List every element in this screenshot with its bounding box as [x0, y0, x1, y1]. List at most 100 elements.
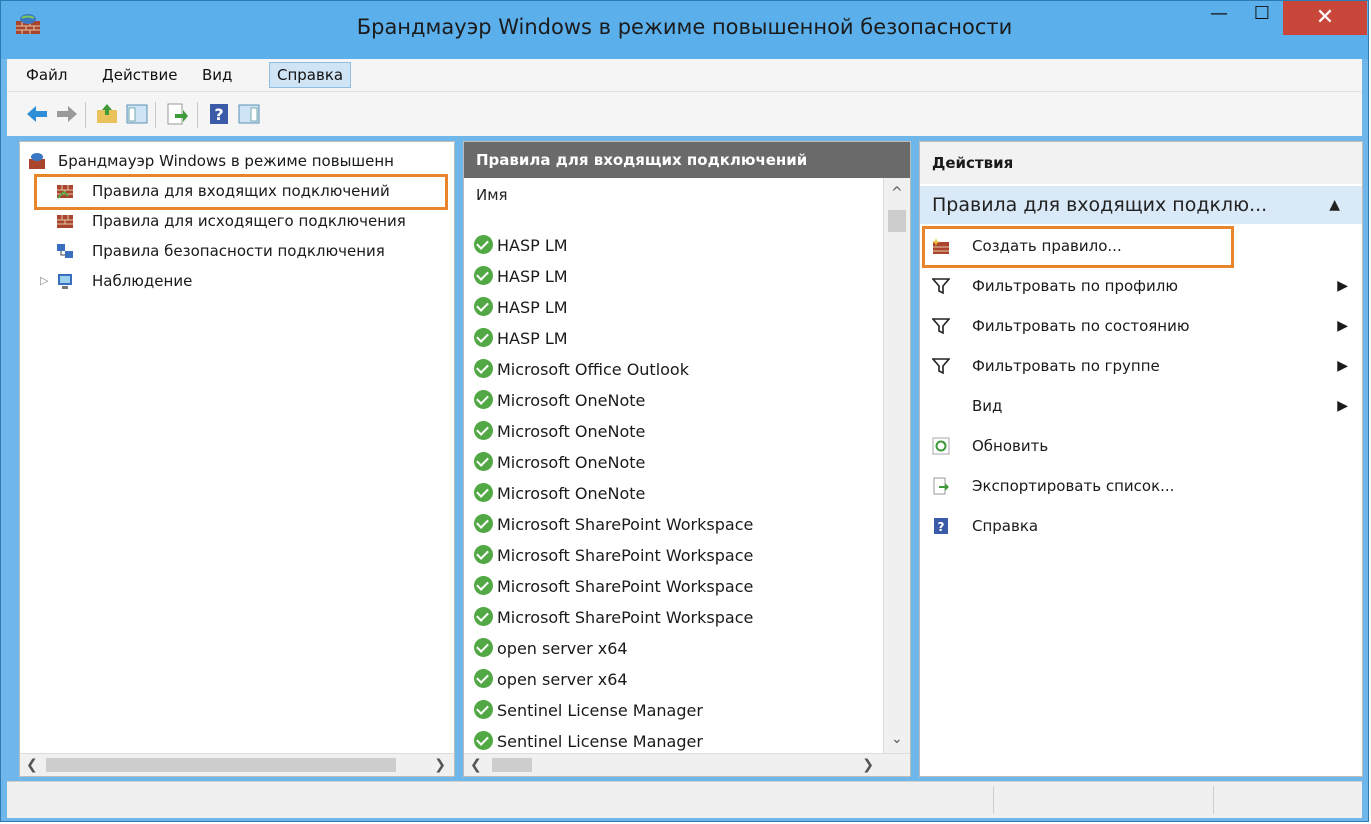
rule-name: open server x64	[497, 670, 628, 689]
enabled-check-icon	[474, 731, 493, 750]
enabled-check-icon	[474, 390, 493, 409]
enabled-check-icon	[474, 607, 493, 626]
minimize-button[interactable]: —	[1201, 3, 1237, 31]
filter-icon	[932, 358, 950, 375]
rule-row[interactable]: Microsoft OneNote	[474, 478, 645, 509]
actions-section[interactable]: Правила для входящих подклю... ▲	[920, 186, 1362, 224]
highlight-frame	[922, 226, 1234, 268]
scroll-thumb[interactable]	[888, 210, 906, 232]
status-divider	[993, 786, 994, 814]
rule-row[interactable]: Sentinel License Manager	[474, 695, 703, 726]
rule-row[interactable]: Microsoft SharePoint Workspace	[474, 540, 753, 571]
expand-icon[interactable]: ▷	[40, 266, 48, 296]
svg-text:?: ?	[214, 105, 223, 124]
status-bar	[7, 781, 1362, 818]
action-help[interactable]: ? Справка	[920, 506, 1362, 546]
show-tree-icon[interactable]	[125, 102, 149, 126]
action-export-list[interactable]: Экспортировать список...	[920, 466, 1362, 506]
enabled-check-icon	[474, 452, 493, 471]
rules-pane: Правила для входящих подключений Имя HAS…	[463, 141, 911, 777]
scroll-left-icon[interactable]: ❮	[470, 754, 482, 776]
submenu-arrow-icon: ▶	[1337, 358, 1348, 374]
enabled-check-icon	[474, 421, 493, 440]
rule-row[interactable]: HASP LM	[474, 292, 568, 323]
menu-action[interactable]: Действие	[95, 63, 185, 87]
rule-row[interactable]: Microsoft SharePoint Workspace	[474, 509, 753, 540]
tree-item-label: Правила для исходящего подключения	[92, 212, 406, 230]
action-filter-state[interactable]: Фильтровать по состоянию ▶	[920, 306, 1362, 346]
scroll-left-icon[interactable]: ❮	[26, 754, 38, 776]
maximize-button[interactable]: ☐	[1245, 3, 1279, 31]
submenu-arrow-icon: ▶	[1337, 398, 1348, 414]
action-label: Экспортировать список...	[972, 477, 1175, 495]
rule-name: HASP LM	[497, 298, 568, 317]
rule-row[interactable]: HASP LM	[474, 323, 568, 354]
action-refresh[interactable]: Обновить	[920, 426, 1362, 466]
submenu-arrow-icon: ▶	[1337, 318, 1348, 334]
rule-name: Microsoft OneNote	[497, 484, 646, 503]
enabled-check-icon	[474, 483, 493, 502]
window-title: Брандмауэр Windows в режиме повышенной б…	[356, 15, 1013, 39]
tree-item-label: Наблюдение	[92, 272, 193, 290]
rule-row[interactable]: Microsoft Office Outlook	[474, 354, 689, 385]
menu-help[interactable]: Справка	[269, 62, 352, 88]
menu-file[interactable]: Файл	[19, 63, 74, 87]
scroll-thumb[interactable]	[492, 758, 532, 772]
back-arrow-icon[interactable]	[25, 102, 49, 126]
rule-name: Microsoft SharePoint Workspace	[497, 608, 754, 627]
rule-name: Microsoft SharePoint Workspace	[497, 546, 754, 565]
help-icon[interactable]: ?	[207, 102, 231, 126]
toolbar-separator	[85, 102, 86, 128]
menu-view[interactable]: Вид	[195, 63, 239, 87]
maximize-icon: ☐	[1253, 3, 1271, 24]
refresh-icon	[932, 437, 950, 455]
forward-arrow-icon[interactable]	[55, 102, 79, 126]
tree-item-label: Правила безопасности подключения	[92, 242, 385, 260]
horizontal-scrollbar[interactable]: ❮ ❯	[464, 753, 910, 776]
rule-row[interactable]: open server x64	[474, 633, 628, 664]
rule-row[interactable]: Microsoft OneNote	[474, 416, 645, 447]
submenu-arrow-icon: ▶	[1337, 278, 1348, 294]
actions-header: Действия	[920, 142, 1362, 184]
rule-row[interactable]: Sentinel License Manager	[474, 726, 703, 754]
rule-row[interactable]: Microsoft SharePoint Workspace	[474, 571, 753, 602]
enabled-check-icon	[474, 328, 493, 347]
scroll-up-icon[interactable]: ^	[891, 182, 903, 204]
actions-pane: Действия Правила для входящих подклю... …	[919, 141, 1363, 777]
scroll-right-icon[interactable]: ❯	[434, 754, 446, 776]
rule-name: Microsoft OneNote	[497, 391, 646, 410]
rule-row[interactable]: Microsoft OneNote	[474, 385, 645, 416]
vertical-scrollbar[interactable]: ^ ⌄	[883, 178, 910, 756]
rule-row[interactable]: open server x64	[474, 664, 628, 695]
help-icon: ?	[934, 518, 948, 534]
close-icon: ✕	[1315, 5, 1335, 30]
rule-row[interactable]: Microsoft OneNote	[474, 447, 645, 478]
enabled-check-icon	[474, 514, 493, 533]
export-icon[interactable]	[165, 102, 189, 126]
show-actions-icon[interactable]	[237, 102, 261, 126]
export-icon	[933, 477, 949, 495]
folder-up-icon[interactable]	[95, 102, 119, 126]
scroll-thumb[interactable]	[46, 758, 396, 772]
action-label: Фильтровать по группе	[972, 357, 1160, 375]
close-button[interactable]: ✕	[1283, 1, 1367, 35]
scroll-right-icon[interactable]: ❯	[862, 754, 874, 776]
toolbar-separator	[155, 102, 156, 128]
filter-icon	[932, 278, 950, 295]
firewall-icon	[29, 153, 45, 169]
horizontal-scrollbar[interactable]: ❮ ❯	[20, 753, 454, 776]
action-label: Обновить	[972, 437, 1049, 455]
action-filter-profile[interactable]: Фильтровать по профилю ▶	[920, 266, 1362, 306]
scroll-down-icon[interactable]: ⌄	[891, 728, 903, 750]
minimize-icon: —	[1210, 3, 1228, 24]
title-bar[interactable]: Брандмауэр Windows в режиме повышенной б…	[1, 1, 1368, 59]
rule-row[interactable]: HASP LM	[474, 261, 568, 292]
action-view[interactable]: Вид ▶	[920, 386, 1362, 426]
action-filter-group[interactable]: Фильтровать по группе ▶	[920, 346, 1362, 386]
collapse-icon[interactable]: ▲	[1329, 186, 1340, 224]
rule-row[interactable]: Microsoft SharePoint Workspace	[474, 602, 753, 633]
rule-row[interactable]: HASP LM	[474, 230, 568, 261]
enabled-check-icon	[474, 297, 493, 316]
highlight-frame	[34, 174, 448, 210]
rule-name: Microsoft SharePoint Workspace	[497, 515, 754, 534]
